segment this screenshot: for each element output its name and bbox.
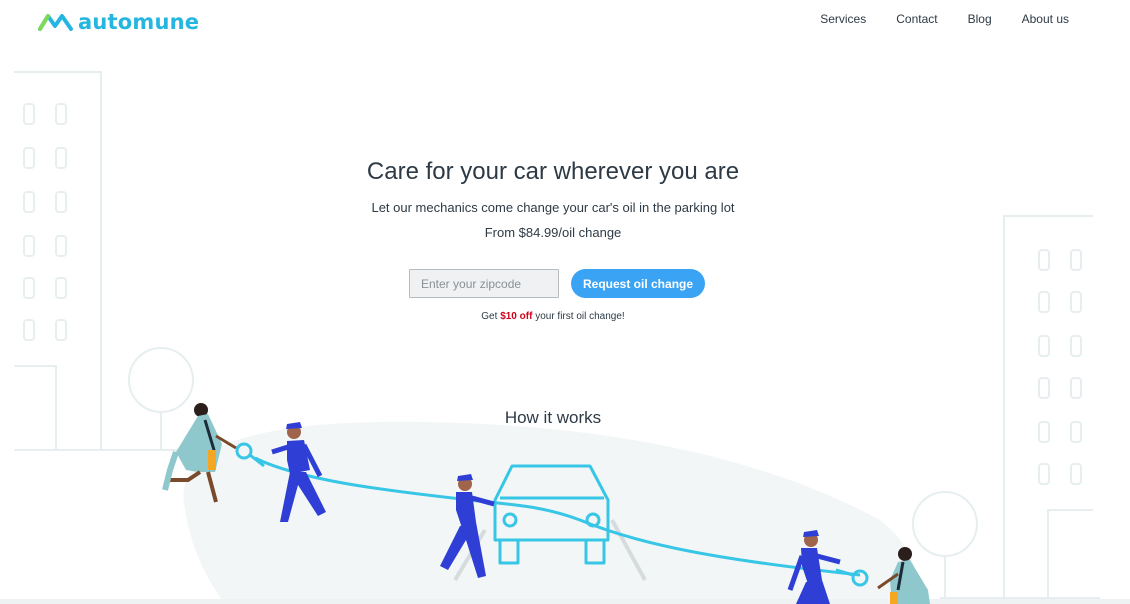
zip-form: Request oil change [409,269,706,298]
brand-logo[interactable]: automune [38,9,199,35]
tree-icon-left [128,347,194,450]
background-illustration [0,71,1130,604]
building-icon-left [14,71,102,451]
hero-price: From $84.99/oil change [484,225,622,240]
brand-name: automune [78,10,200,34]
nav-link-contact[interactable]: Contact [896,12,937,26]
nav-link-blog[interactable]: Blog [968,12,992,26]
hero-subtitle: Let our mechanics come change your car's… [371,200,735,215]
promo-suffix: your first oil change! [535,311,625,322]
logo-mark-icon [38,14,73,31]
hero-section: Care for your car wherever you are Let o… [0,158,1106,240]
nav-link-services[interactable]: Services [820,12,866,26]
promo-discount: $10 off [500,311,533,322]
how-it-works-heading: How it works [504,408,602,427]
nav-link-about[interactable]: About us [1022,12,1069,26]
promo-prefix: Get [481,311,498,322]
zipcode-input[interactable] [409,269,559,298]
hero-title: Care for your car wherever you are [366,158,740,185]
top-nav: Services Contact Blog About us [820,12,1069,26]
promo-text: Get $10 off your first oil change! [0,311,1106,322]
request-oil-change-button[interactable]: Request oil change [571,269,706,298]
building-icon-right [1003,215,1093,599]
